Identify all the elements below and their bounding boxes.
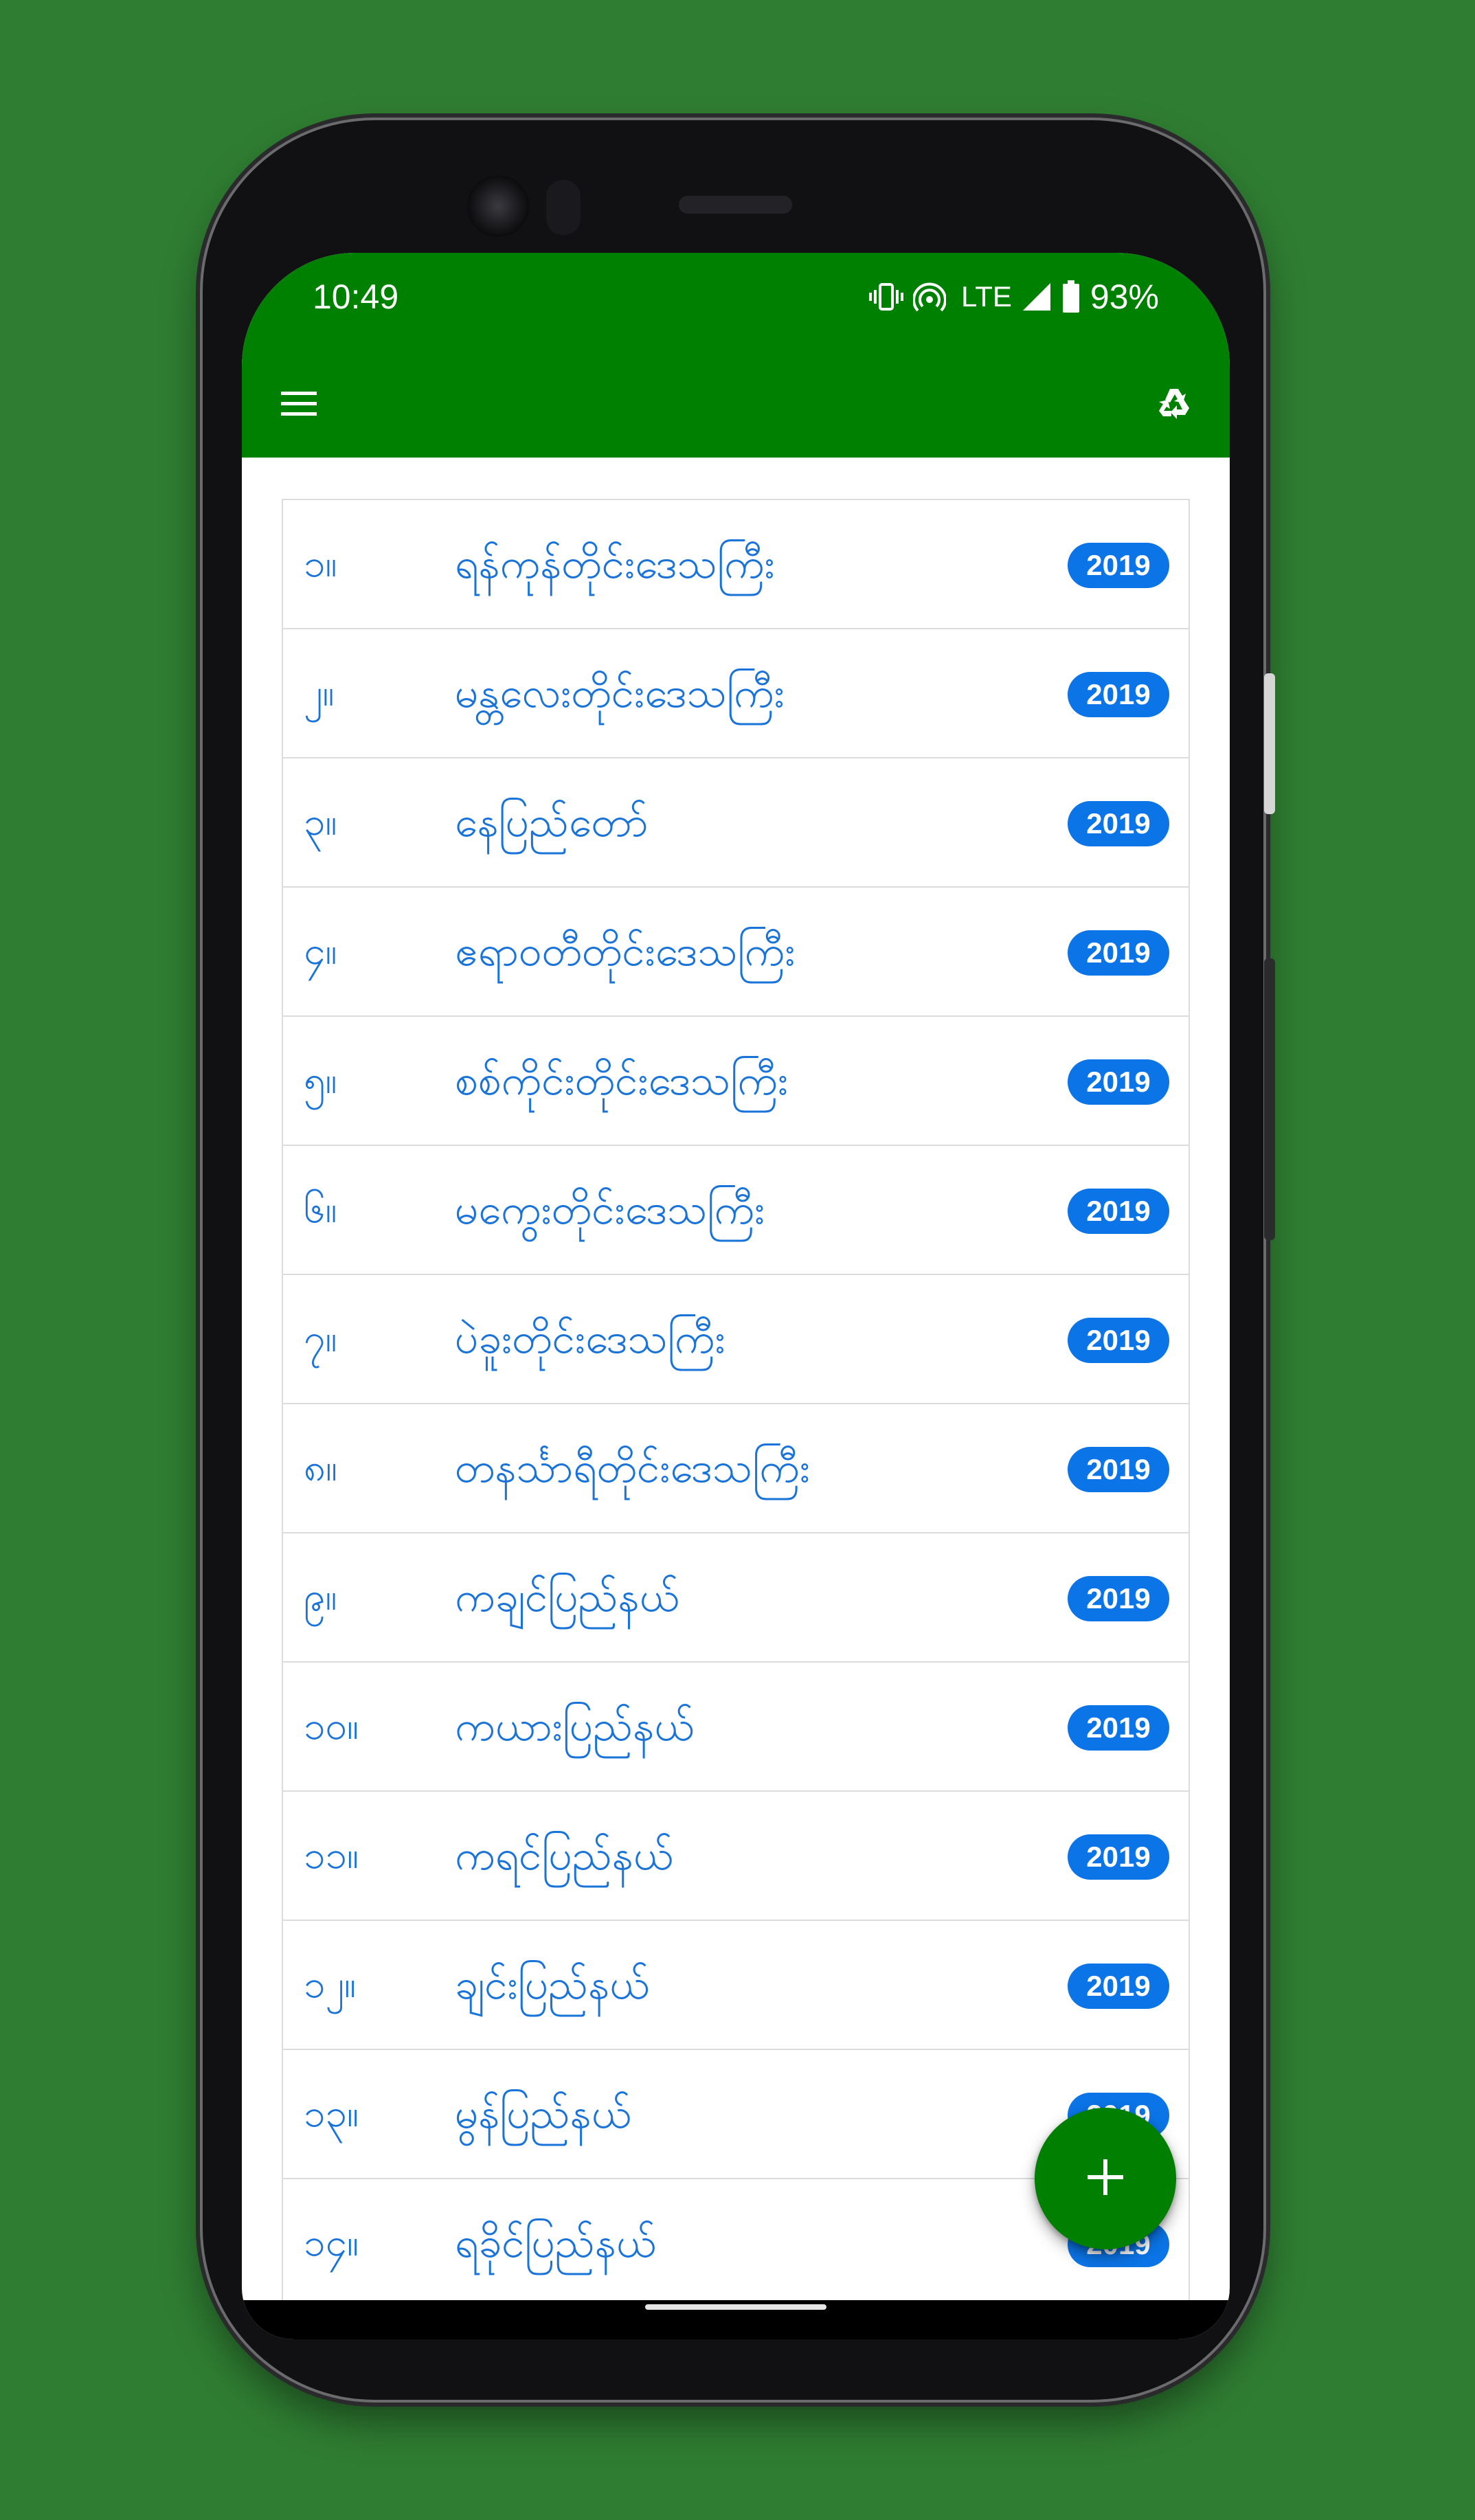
recycle-icon [1155,385,1193,427]
list-item[interactable]: ၁၂။ ချင်းပြည်နယ် 2019 [282,1920,1190,2050]
year-badge: 2019 [1068,1318,1169,1363]
list-item[interactable]: ၁၁။ ကရင်ပြည်နယ် 2019 [282,1790,1190,1921]
item-number: ၉။ [304,1575,337,1619]
refresh-button[interactable] [1145,378,1204,433]
year-badge: 2019 [1068,543,1169,588]
network-type: LTE [961,280,1012,313]
item-name: ဧရာဝတီတိုင်းဒေသကြီး [455,927,796,976]
list-item[interactable]: ၂။ မန္တလေးတိုင်းဒေသကြီး 2019 [282,628,1190,758]
item-name: ကယားပြည်နယ် [455,1702,695,1751]
item-number: ၁၃။ [304,2091,359,2136]
menu-icon [281,389,317,423]
item-name: နေပြည်တော် [455,798,649,846]
item-name: တနင်္သာရီတိုင်းဒေသကြီး [455,1444,811,1492]
list-item[interactable]: ၉။ ကချင်ပြည်နယ် 2019 [282,1532,1190,1663]
earpiece-speaker [679,196,792,214]
item-name: ချင်းပြည်နယ် [455,1961,650,2009]
status-icons: LTE 93% [869,275,1159,319]
item-number: ၅။ [304,1058,337,1103]
item-number: ၈။ [304,1445,337,1490]
battery-icon [1061,280,1081,313]
year-badge: 2019 [1068,801,1169,846]
item-number: ၁၁။ [304,1833,359,1878]
item-name: ရန်ကုန်တိုင်းဒေသကြီး [455,540,775,588]
item-name: စစ်ကိုင်းတိုင်းဒေသကြီး [455,1057,789,1105]
list-item[interactable]: ၁။ ရန်ကုန်တိုင်းဒေသကြီး 2019 [282,499,1190,629]
home-indicator[interactable] [645,2304,826,2310]
year-badge: 2019 [1068,1834,1169,1880]
item-number: ၃။ [304,800,337,844]
year-badge: 2019 [1068,930,1169,976]
app-bar [242,353,1230,458]
list-item[interactable]: ၄။ ဧရာဝတီတိုင်းဒေသကြီး 2019 [282,886,1190,1017]
year-badge: 2019 [1068,1189,1169,1234]
list-item[interactable]: ၇။ ပဲခူးတိုင်းဒေသကြီး 2019 [282,1274,1190,1404]
camera-sensor [546,180,581,235]
item-name: မန္တလေးတိုင်းဒေသကြီး [455,669,785,717]
item-number: ၁၂။ [304,1962,356,2007]
region-list: ၁။ ရန်ကုန်တိုင်းဒေသကြီး 2019 ၂။ မန္တလေးတ… [282,499,1190,2308]
list-item[interactable]: ၅။ စစ်ကိုင်းတိုင်းဒေသကြီး 2019 [282,1015,1190,1146]
year-badge: 2019 [1068,1705,1169,1751]
signal-icon [1022,282,1052,312]
front-camera [467,175,529,237]
list-item[interactable]: ၆။ မကွေးတိုင်းဒေသကြီး 2019 [282,1145,1190,1275]
vibrate-icon [869,282,903,312]
plus-icon [1086,2158,1125,2200]
item-name: ရခိုင်ပြည်နယ် [455,2219,657,2267]
year-badge: 2019 [1068,1576,1169,1621]
item-name: မကွေးတိုင်းဒေသကြီး [455,1186,765,1234]
add-button[interactable] [1035,2108,1176,2249]
menu-button[interactable] [269,378,328,433]
item-name: ကရင်ပြည်နယ် [455,1832,674,1880]
item-number: ၁၄။ [304,2220,359,2265]
item-name: မွန်ပြည်နယ် [455,2090,631,2138]
status-bar: 10:49 LTE 93% [242,253,1230,353]
navigation-bar [242,2300,1230,2339]
power-button [1264,673,1275,814]
item-name: ကချင်ပြည်နယ် [455,1573,679,1621]
list-item[interactable]: ၈။ တနင်္သာရီတိုင်းဒေသကြီး 2019 [282,1403,1190,1533]
list-item[interactable]: ၃။ နေပြည်တော် 2019 [282,757,1190,888]
item-number: ၁၀။ [304,1704,359,1748]
phone-screen: 10:49 LTE 93% ၁။ ရန်ကုန်တိုင်းဒေသကြီး 20… [242,253,1230,2339]
hotspot-icon [913,282,946,312]
year-badge: 2019 [1068,1964,1169,2009]
item-number: ၇။ [304,1316,337,1361]
year-badge: 2019 [1068,672,1169,717]
item-name: ပဲခူးတိုင်းဒေသကြီး [455,1315,725,1363]
list-item[interactable]: ၁၀။ ကယားပြည်နယ် 2019 [282,1661,1190,1792]
battery-percent: 93% [1090,278,1159,316]
item-number: ၁။ [304,541,337,586]
volume-button [1264,958,1275,1240]
year-badge: 2019 [1068,1059,1169,1105]
status-time: 10:49 [313,278,399,316]
item-number: ၄။ [304,929,337,974]
year-badge: 2019 [1068,1447,1169,1492]
item-number: ၆။ [304,1187,337,1232]
item-number: ၂။ [304,671,335,715]
